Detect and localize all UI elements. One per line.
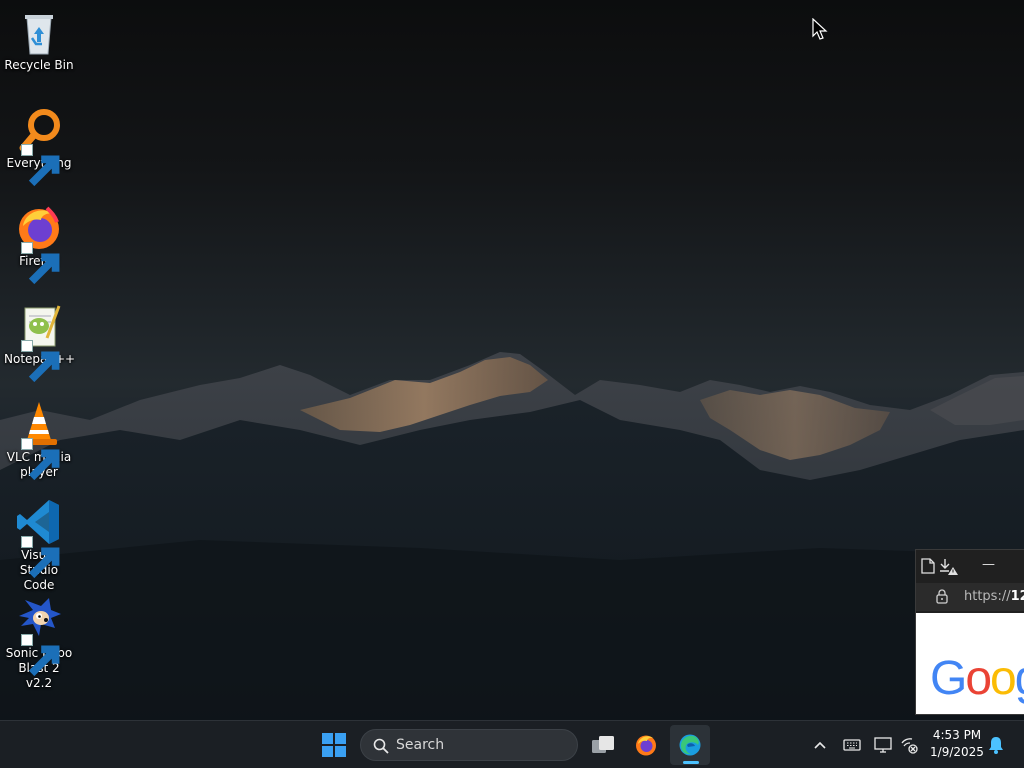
taskbar-search[interactable]: Search: [360, 729, 578, 761]
notepad-plus-plus-icon: [15, 302, 63, 383]
url-prefix: https://: [964, 589, 1011, 604]
google-logo-letter: o: [965, 652, 992, 705]
google-logo-letter: o: [990, 652, 1017, 705]
everything-search-icon: [15, 106, 63, 187]
windows-logo-icon: [322, 733, 346, 757]
system-clock[interactable]: 4:53 PM 1/9/2025: [924, 727, 990, 761]
desktop-icon-vscode[interactable]: Visual Studio Code: [4, 498, 74, 593]
desktop-icon-notepad-plus-plus[interactable]: Notepad++: [4, 302, 75, 383]
url-host: 12: [1010, 589, 1024, 604]
display-icon[interactable]: [873, 735, 893, 755]
url-text[interactable]: https://12: [964, 589, 1024, 604]
shortcut-arrow-icon: [21, 536, 60, 579]
lock-icon: [936, 589, 948, 604]
mouse-cursor-icon: [812, 18, 828, 40]
shortcut-arrow-icon: [21, 144, 60, 187]
shortcut-arrow-icon: [21, 340, 60, 383]
edge-icon: [679, 734, 701, 756]
desktop-icon-sonic-robo-blast[interactable]: Sonic Robo Blast 2 v2.2: [4, 596, 74, 691]
taskbar-edge[interactable]: [670, 725, 710, 765]
google-logo: Goog: [930, 655, 1024, 703]
search-icon: [373, 738, 389, 754]
task-view-icon: [592, 736, 614, 753]
recycle-bin-icon: [15, 8, 63, 56]
network-disconnected-icon[interactable]: [899, 735, 919, 755]
sonic-icon: [15, 596, 63, 677]
address-bar[interactable]: https://12: [916, 583, 1024, 611]
desktop-icon-everything[interactable]: Everything: [4, 106, 74, 187]
google-logo-text: Goog: [930, 652, 1024, 705]
google-logo-letter: g: [1015, 652, 1024, 705]
google-logo-letter: G: [930, 652, 967, 705]
firefox-icon: [636, 735, 656, 756]
notification-bell-icon[interactable]: [986, 735, 1006, 755]
browser-page-content[interactable]: Goog: [916, 613, 1024, 714]
shortcut-arrow-icon: [21, 438, 60, 481]
vlc-cone-icon: [15, 400, 63, 481]
active-window-indicator: [683, 761, 699, 764]
clock-time: 4:53 PM: [932, 728, 982, 742]
desktop-icon-firefox[interactable]: Firefox: [4, 204, 74, 285]
desktop-icon-recycle-bin[interactable]: Recycle Bin: [4, 8, 74, 73]
clock-date: 1/9/2025: [930, 745, 984, 759]
taskbar: Search 4:53 PM 1/9/2025: [0, 720, 1024, 768]
page-icon: [921, 558, 935, 574]
vscode-icon: [15, 498, 63, 579]
show-hidden-icons-chevron-icon[interactable]: [810, 735, 830, 755]
taskbar-firefox[interactable]: [626, 725, 666, 765]
wallpaper-mountains: [0, 352, 1024, 768]
minimize-button[interactable]: —: [982, 557, 995, 572]
browser-titlebar[interactable]: —: [916, 550, 1024, 583]
desktop-icon-label: Recycle Bin: [4, 58, 74, 72]
desktop: Recycle Bin Everything Firefox Notepad++…: [0, 0, 1024, 768]
start-button[interactable]: [314, 725, 354, 765]
firefox-icon: [15, 204, 63, 285]
download-warning-icon[interactable]: [939, 558, 959, 576]
shortcut-arrow-icon: [21, 242, 60, 285]
task-view-button[interactable]: [583, 725, 623, 765]
shortcut-arrow-icon: [21, 634, 60, 677]
search-label: Search: [396, 737, 445, 753]
browser-window[interactable]: — https://12 Goog: [915, 549, 1024, 715]
keyboard-icon[interactable]: [842, 735, 862, 755]
desktop-icon-vlc[interactable]: VLC media player: [4, 400, 74, 481]
